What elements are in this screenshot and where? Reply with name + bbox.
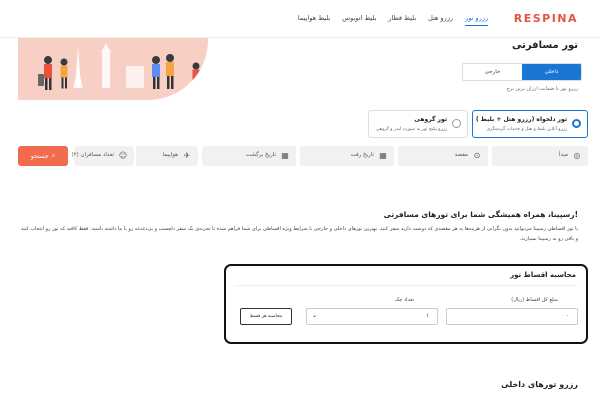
calculator-title: محاسبه اقساط تور bbox=[510, 271, 576, 279]
target-icon: ◎ bbox=[573, 151, 581, 160]
group-tour-desc: رزرو پکیج تور به صورت لیدر و گروهی bbox=[375, 127, 447, 132]
article-body: با تور اقساطی رسپینا می‌توانید بدون نگرا… bbox=[20, 226, 578, 242]
search-icon: ⌕ bbox=[51, 152, 56, 159]
search-button[interactable]: ⌕ جستجو bbox=[18, 146, 68, 166]
installment-calculator: محاسبه اقساط تور مبلغ کل اقساط (ریال) ۰ … bbox=[224, 264, 588, 344]
nav-link-hotel[interactable]: رزرو هتل bbox=[428, 14, 453, 26]
search-button-label: جستجو bbox=[30, 152, 49, 160]
calendar-icon: ▦ bbox=[379, 151, 387, 160]
group-tour-option[interactable]: تور گروهی رزرو پکیج تور به صورت لیدر و گ… bbox=[368, 110, 468, 138]
custom-tour-desc: رزرو آنلاین بلیط و هتل و خدمات گردشگری bbox=[486, 127, 567, 132]
tab-domestic[interactable]: داخلی bbox=[522, 64, 581, 80]
tab-international[interactable]: خارجی bbox=[463, 64, 522, 80]
nav-link-bus[interactable]: بلیط اتوبوس bbox=[342, 14, 376, 26]
article-title: رسپینا، همراه همیشگی شما برای تورهای مسا… bbox=[383, 210, 578, 219]
hero-subtitle: رزرو تور با ضمانت ارزان ترین نرخ bbox=[506, 86, 578, 92]
amount-label: مبلغ کل اقساط (ریال) bbox=[511, 297, 558, 303]
depart-date-label: تاریخ رفت bbox=[350, 152, 374, 158]
hero-illustration bbox=[18, 38, 208, 100]
radio-custom-tour[interactable] bbox=[572, 119, 581, 128]
cheques-label: تعداد چک bbox=[394, 297, 414, 303]
depart-date-field[interactable]: ▦ تاریخ رفت bbox=[300, 146, 394, 166]
people-icon: ☺ bbox=[118, 151, 128, 160]
nav-link-train[interactable]: بلیط قطار bbox=[388, 14, 416, 26]
nav-links: رزرو تور رزرو هتل بلیط قطار بلیط اتوبوس … bbox=[298, 14, 488, 26]
origin-label: مبدأ bbox=[558, 152, 568, 158]
cheques-value: ۱ bbox=[426, 313, 429, 319]
custom-tour-title: تور دلخواه (رزرو هتل + بلیط ) bbox=[475, 116, 567, 123]
page-title: تور مسافرتی bbox=[511, 40, 578, 51]
tour-type-tabs: داخلی خارجی bbox=[462, 63, 582, 81]
transport-label: هواپیما bbox=[162, 152, 178, 158]
location-pin-icon: ⊙ bbox=[473, 151, 481, 160]
divider bbox=[234, 285, 578, 286]
passengers-field[interactable]: ☺ تعداد مسافران (۲) bbox=[71, 146, 134, 166]
destination-field[interactable]: ⊙ مقصد bbox=[398, 146, 488, 166]
airplane-icon: ✈ bbox=[183, 151, 191, 160]
custom-tour-option[interactable]: تور دلخواه (رزرو هتل + بلیط ) رزرو آنلای… bbox=[472, 110, 588, 138]
calculate-installment-button[interactable]: محاسبه هر قسط bbox=[240, 308, 292, 325]
cheques-select[interactable]: ۱ ⌄ bbox=[306, 308, 438, 325]
calendar-icon: ▦ bbox=[281, 151, 289, 160]
nav-link-tour[interactable]: رزرو تور bbox=[465, 14, 488, 26]
group-tour-title: تور گروهی bbox=[414, 116, 447, 123]
amount-value: ۰ bbox=[566, 313, 569, 319]
chevron-down-icon: ⌄ bbox=[312, 312, 318, 319]
radio-group-tour[interactable] bbox=[452, 119, 461, 128]
top-nav: RESPINA رزرو تور رزرو هتل بلیط قطار بلیط… bbox=[0, 0, 600, 38]
return-date-field[interactable]: ▦ تاریخ برگشت bbox=[202, 146, 296, 166]
domestic-tours-heading: رزرو تورهای داخلی bbox=[501, 380, 578, 389]
destination-label: مقصد bbox=[454, 152, 468, 158]
origin-field[interactable]: ◎ مبدأ bbox=[492, 146, 588, 166]
amount-input[interactable]: ۰ bbox=[446, 308, 578, 325]
transport-field[interactable]: ✈ هواپیما bbox=[136, 146, 198, 166]
logo[interactable]: RESPINA bbox=[514, 12, 578, 25]
nav-link-flight[interactable]: بلیط هواپیما bbox=[298, 14, 330, 26]
travelers-illustration bbox=[38, 43, 200, 90]
passengers-label: تعداد مسافران (۲) bbox=[71, 152, 114, 158]
return-date-label: تاریخ برگشت bbox=[245, 152, 276, 158]
